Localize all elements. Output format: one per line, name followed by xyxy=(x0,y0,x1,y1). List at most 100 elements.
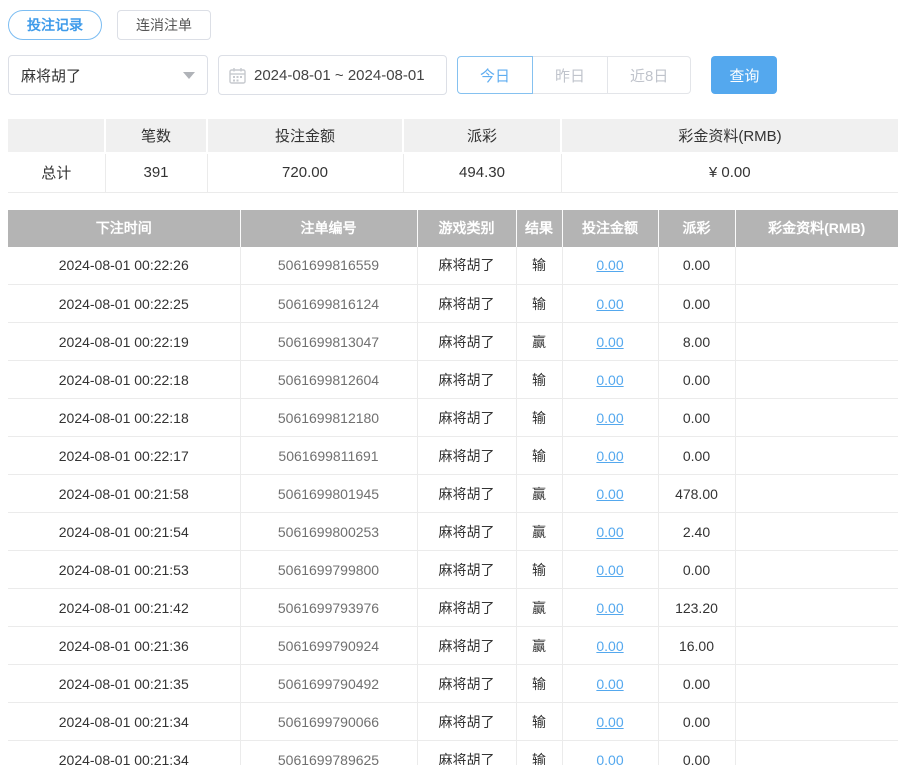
bet-amount-cell: 0.00 xyxy=(562,741,658,765)
tab-cancelled-orders[interactable]: 连消注单 xyxy=(117,10,211,40)
result-cell: 赢 xyxy=(516,323,562,361)
payout-cell: 16.00 xyxy=(658,627,735,665)
quick-range-today[interactable]: 今日 xyxy=(457,56,533,94)
bet-amount-cell: 0.00 xyxy=(562,703,658,741)
table-row: 2024-08-01 00:22:195061699813047麻将胡了赢0.0… xyxy=(8,323,898,361)
filter-toolbar: 麻将胡了 2024-08-01 ~ 2024-08-01 xyxy=(8,55,898,95)
bet-amount-link[interactable]: 0.00 xyxy=(596,448,623,464)
bet-amount-link[interactable]: 0.00 xyxy=(596,752,623,765)
jackpot-cell xyxy=(735,589,898,627)
result-cell: 输 xyxy=(516,247,562,285)
payout-cell: 0.00 xyxy=(658,285,735,323)
table-row: 2024-08-01 00:22:185061699812604麻将胡了输0.0… xyxy=(8,361,898,399)
bet-time-cell: 2024-08-01 00:21:42 xyxy=(8,589,240,627)
bet-amount-cell: 0.00 xyxy=(562,513,658,551)
records-header-bet-amount: 投注金额 xyxy=(562,210,658,247)
order-id-cell: 5061699790492 xyxy=(240,665,417,703)
bet-time-cell: 2024-08-01 00:22:25 xyxy=(8,285,240,323)
bet-amount-cell: 0.00 xyxy=(562,399,658,437)
bet-amount-link[interactable]: 0.00 xyxy=(596,486,623,502)
result-cell: 输 xyxy=(516,665,562,703)
order-id-cell: 5061699800253 xyxy=(240,513,417,551)
game-cell: 麻将胡了 xyxy=(417,513,516,551)
jackpot-cell xyxy=(735,323,898,361)
table-row: 2024-08-01 00:21:345061699789625麻将胡了输0.0… xyxy=(8,741,898,765)
bet-amount-link[interactable]: 0.00 xyxy=(596,600,623,616)
result-cell: 输 xyxy=(516,741,562,765)
top-tabs: 投注记录 连消注单 xyxy=(0,0,898,40)
bet-amount-link[interactable]: 0.00 xyxy=(596,524,623,540)
tab-bet-records[interactable]: 投注记录 xyxy=(8,10,102,40)
game-cell: 麻将胡了 xyxy=(417,741,516,765)
payout-cell: 0.00 xyxy=(658,551,735,589)
bet-amount-cell: 0.00 xyxy=(562,589,658,627)
summary-total-count: 391 xyxy=(105,153,207,192)
bet-amount-link[interactable]: 0.00 xyxy=(596,410,623,426)
bet-amount-link[interactable]: 0.00 xyxy=(596,638,623,654)
bet-time-cell: 2024-08-01 00:22:19 xyxy=(8,323,240,361)
game-cell: 麻将胡了 xyxy=(417,665,516,703)
date-range-value: 2024-08-01 ~ 2024-08-01 xyxy=(254,67,425,84)
table-row: 2024-08-01 00:21:545061699800253麻将胡了赢 0.0… xyxy=(8,513,898,551)
summary-total-payout: 494.30 xyxy=(403,153,561,192)
bet-amount-cell: 0.00 xyxy=(562,437,658,475)
records-header-result: 结果 xyxy=(516,210,562,247)
records-header-row: 下注时间 注单编号 游戏类别 结果 投注金额 派彩 彩金资料(RMB) xyxy=(8,210,898,247)
date-range-input[interactable]: 2024-08-01 ~ 2024-08-01 xyxy=(218,55,447,95)
payout-cell: 0.00 xyxy=(658,665,735,703)
game-select[interactable]: 麻将胡了 xyxy=(8,55,208,95)
jackpot-cell xyxy=(735,285,898,323)
records-header-game: 游戏类别 xyxy=(417,210,516,247)
jackpot-cell xyxy=(735,513,898,551)
jackpot-cell xyxy=(735,247,898,285)
result-cell: 输 xyxy=(516,285,562,323)
jackpot-cell xyxy=(735,475,898,513)
result-cell: 赢 xyxy=(516,589,562,627)
game-cell: 麻将胡了 xyxy=(417,285,516,323)
jackpot-cell xyxy=(735,399,898,437)
bet-amount-link[interactable]: 0.00 xyxy=(596,372,623,388)
table-row: 2024-08-01 00:21:355061699790492麻将胡了输0.0… xyxy=(8,665,898,703)
order-id-cell: 5061699790924 xyxy=(240,627,417,665)
table-row: 2024-08-01 00:22:255061699816124麻将胡了输0.0… xyxy=(8,285,898,323)
game-cell: 麻将胡了 xyxy=(417,589,516,627)
query-button[interactable]: 查询 xyxy=(711,56,777,94)
table-row: 2024-08-01 00:21:535061699799800麻将胡了输0.0… xyxy=(8,551,898,589)
payout-cell: 0.00 xyxy=(658,361,735,399)
bet-time-cell: 2024-08-01 00:21:54 xyxy=(8,513,240,551)
table-row: 2024-08-01 00:21:365061699790924麻将胡了赢0.0… xyxy=(8,627,898,665)
summary-header-count: 笔数 xyxy=(105,119,207,153)
table-row: 2024-08-01 00:22:175061699811691麻将胡了输0.0… xyxy=(8,437,898,475)
bet-amount-link[interactable]: 0.00 xyxy=(596,676,623,692)
bet-time-cell: 2024-08-01 00:22:26 xyxy=(8,247,240,285)
result-cell: 输 xyxy=(516,399,562,437)
result-cell: 输 xyxy=(516,361,562,399)
quick-range-yesterday[interactable]: 昨日 xyxy=(533,56,608,94)
game-cell: 麻将胡了 xyxy=(417,703,516,741)
summary-header-empty xyxy=(8,119,105,153)
bet-amount-link[interactable]: 0.00 xyxy=(596,562,623,578)
bet-amount-link[interactable]: 0.00 xyxy=(596,714,623,730)
bet-amount-link[interactable]: 0.00 xyxy=(596,334,623,350)
bet-amount-link[interactable]: 0.00 xyxy=(596,296,623,312)
bet-amount-cell: 0.00 xyxy=(562,551,658,589)
order-id-cell: 5061699789625 xyxy=(240,741,417,765)
jackpot-cell xyxy=(735,551,898,589)
payout-cell: 0.00 xyxy=(658,741,735,765)
order-id-cell: 5061699799800 xyxy=(240,551,417,589)
bet-amount-cell: 0.00 xyxy=(562,323,658,361)
quick-range-group: 今日 昨日 近8日 xyxy=(457,56,691,94)
payout-cell: 123.20 xyxy=(658,589,735,627)
table-row: 2024-08-01 00:22:185061699812180麻将胡了输0.0… xyxy=(8,399,898,437)
bet-time-cell: 2024-08-01 00:21:34 xyxy=(8,703,240,741)
payout-cell: 0.00 xyxy=(658,247,735,285)
bet-amount-link[interactable]: 0.00 xyxy=(596,257,623,273)
bet-amount-cell: 0.00 xyxy=(562,285,658,323)
quick-range-last8days[interactable]: 近8日 xyxy=(608,56,691,94)
records-header-payout: 派彩 xyxy=(658,210,735,247)
table-row: 2024-08-01 00:21:585061699801945麻将胡了赢0.0… xyxy=(8,475,898,513)
summary-header-bet-amount: 投注金额 xyxy=(207,119,403,153)
records-header-order-id: 注单编号 xyxy=(240,210,417,247)
summary-total-bet-amount: 720.00 xyxy=(207,153,403,192)
result-cell: 赢 xyxy=(516,513,562,551)
